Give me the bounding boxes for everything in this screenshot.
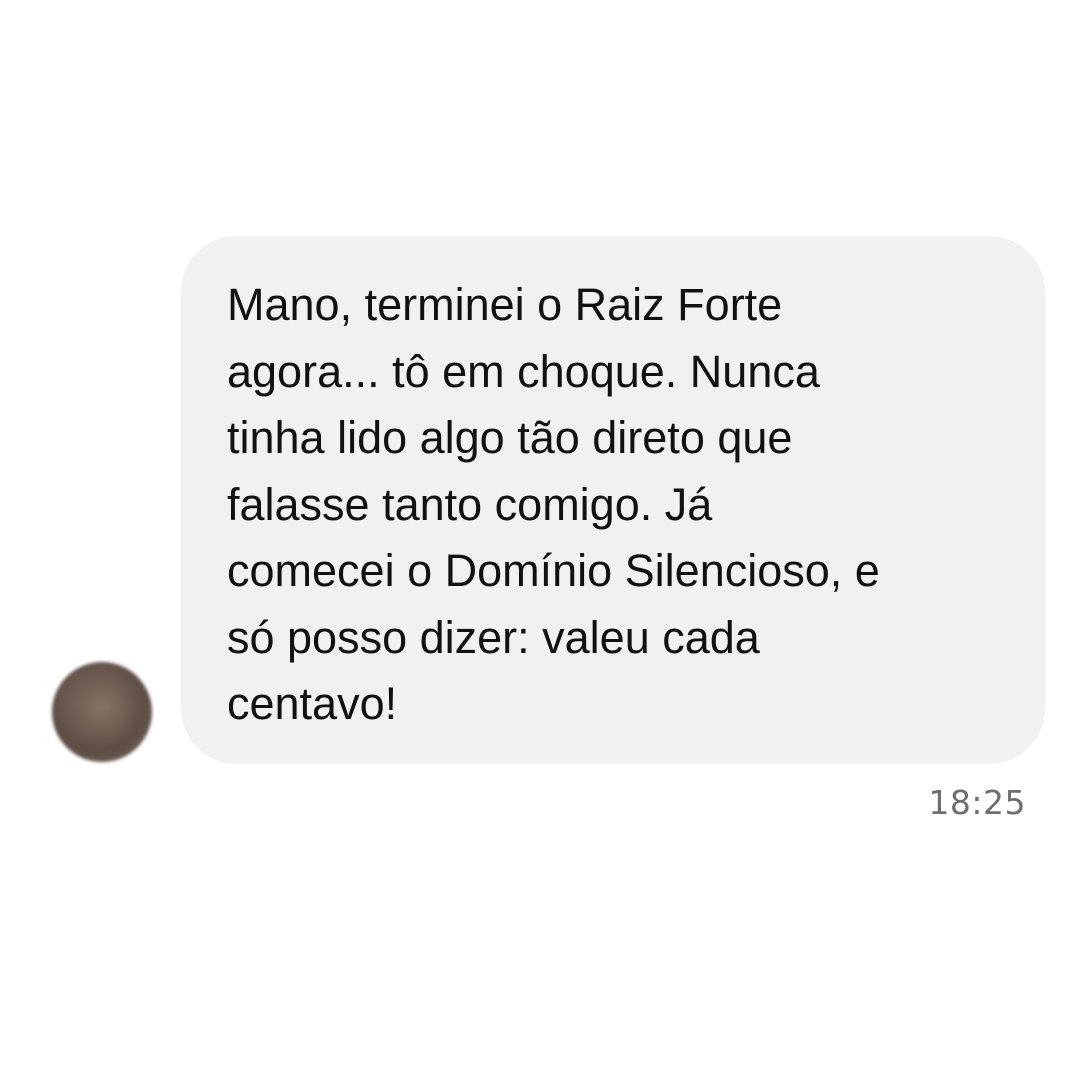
- avatar[interactable]: [52, 662, 152, 762]
- message-text: Mano, terminei o Raiz Forte agora... tô …: [227, 279, 880, 729]
- chat-area: Mano, terminei o Raiz Forte agora... tô …: [0, 0, 1080, 1080]
- message-bubble[interactable]: Mano, terminei o Raiz Forte agora... tô …: [181, 236, 1045, 764]
- message-timestamp: 18:25: [928, 783, 1026, 822]
- avatar-photo: [74, 680, 130, 740]
